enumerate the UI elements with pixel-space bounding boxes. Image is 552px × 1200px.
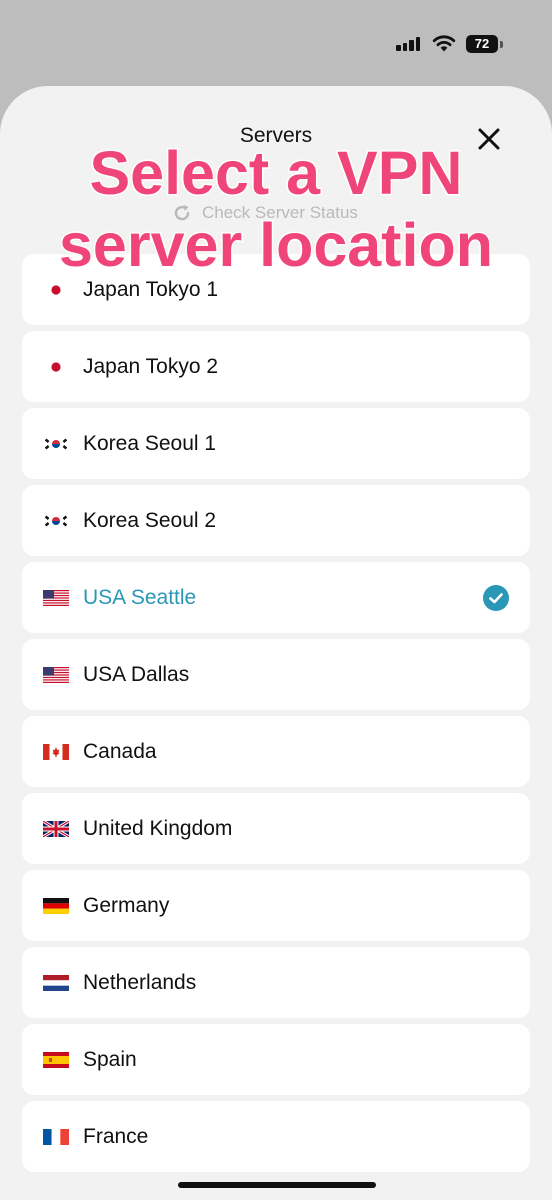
netherlands-flag-icon — [43, 975, 69, 991]
status-bar: 72 — [0, 0, 552, 90]
battery-icon: 72 — [466, 35, 498, 53]
home-indicator — [178, 1182, 376, 1188]
server-name: Korea Seoul 1 — [83, 432, 217, 455]
server-name: Germany — [83, 894, 170, 917]
server-name: Netherlands — [83, 971, 197, 994]
promo-headline-line1: Select a VPN — [88, 138, 464, 209]
server-name: Spain — [83, 1048, 137, 1071]
server-row[interactable]: USA Seattle — [22, 562, 530, 633]
server-name: France — [83, 1125, 149, 1148]
battery-cap — [500, 41, 503, 48]
server-name: Korea Seoul 2 — [83, 509, 217, 532]
server-row[interactable]: Spain — [22, 1024, 530, 1095]
server-row[interactable]: Korea Seoul 2 — [22, 485, 530, 556]
server-name: Japan Tokyo 2 — [83, 355, 219, 378]
uk-flag-icon — [43, 821, 69, 837]
server-name: Canada — [83, 740, 157, 763]
korea-flag-icon — [43, 513, 69, 529]
japan-flag-icon — [43, 282, 69, 298]
server-row[interactable]: Korea Seoul 1 — [22, 408, 530, 479]
server-row[interactable]: Canada — [22, 716, 530, 787]
server-row[interactable]: Netherlands — [22, 947, 530, 1018]
germany-flag-icon — [43, 898, 69, 914]
cellular-signal-icon — [396, 37, 422, 51]
server-row[interactable]: Japan Tokyo 2 — [22, 331, 530, 402]
canada-flag-icon — [43, 744, 69, 760]
server-name: United Kingdom — [83, 817, 233, 840]
server-name: USA Dallas — [83, 663, 190, 686]
server-row[interactable]: France — [22, 1101, 530, 1172]
promo-headline-line2: server location — [58, 210, 495, 281]
france-flag-icon — [43, 1129, 69, 1145]
korea-flag-icon — [43, 436, 69, 452]
server-row[interactable]: USA Dallas — [22, 639, 530, 710]
wifi-icon — [432, 35, 456, 52]
japan-flag-icon — [43, 359, 69, 375]
spain-flag-icon — [43, 1052, 69, 1068]
server-row[interactable]: United Kingdom — [22, 793, 530, 864]
usa-flag-icon — [43, 667, 69, 683]
checkmark-icon — [483, 585, 509, 611]
usa-flag-icon — [43, 590, 69, 606]
server-row[interactable]: Germany — [22, 870, 530, 941]
server-list: Japan Tokyo 1 Japan Tokyo 2 Korea Seoul 1K… — [22, 254, 530, 1178]
server-name: USA Seattle — [83, 586, 197, 609]
